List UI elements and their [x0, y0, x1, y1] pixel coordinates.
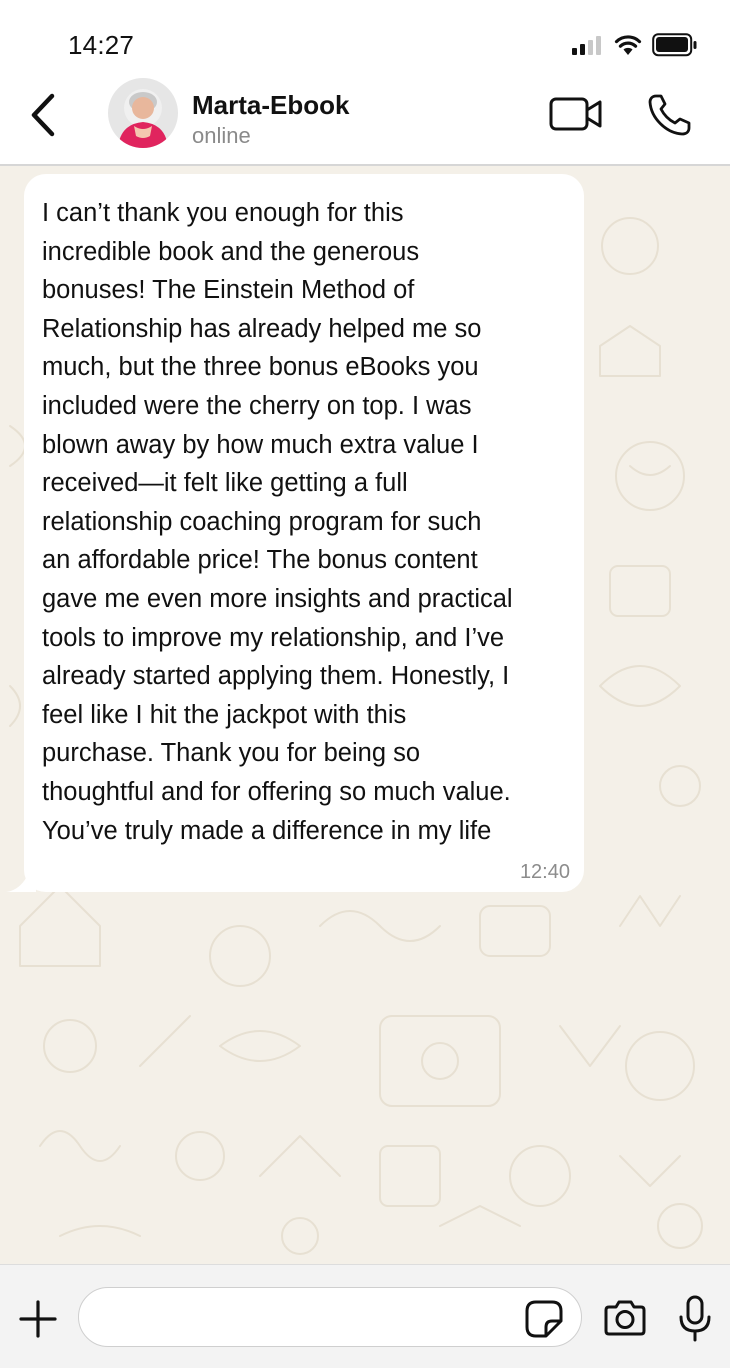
plus-icon [19, 1300, 57, 1338]
sticker-button[interactable] [524, 1299, 564, 1339]
signal-icon [572, 36, 601, 55]
battery-icon [652, 33, 697, 57]
message-text: I can’t thank you enough for this incred… [42, 199, 513, 845]
status-time: 14:27 [68, 30, 135, 60]
back-button[interactable] [22, 90, 66, 140]
wifi-icon [614, 35, 642, 55]
sticker-icon [525, 1300, 563, 1338]
chevron-left-icon [31, 93, 55, 137]
status-icons [572, 30, 698, 60]
camera-icon [604, 1300, 646, 1336]
contact-name[interactable]: Marta-Ebook [192, 90, 349, 121]
chat-area[interactable]: I can’t thank you enough for this incred… [0, 166, 730, 1264]
chat-header: Marta-Ebook online [0, 76, 730, 166]
contact-photo [108, 78, 178, 148]
message-input[interactable] [78, 1287, 582, 1347]
microphone-icon [679, 1295, 711, 1342]
bubble-tail [6, 866, 36, 892]
contact-status: online [192, 123, 251, 148]
input-bar [0, 1264, 730, 1368]
status-bar: 14:27 [0, 0, 730, 76]
voice-call-button[interactable] [646, 92, 694, 138]
video-camera-icon [549, 97, 602, 131]
phone-icon [648, 94, 691, 136]
attach-button[interactable] [18, 1299, 58, 1339]
video-call-button[interactable] [548, 94, 606, 134]
message-time: 12:40 [519, 861, 570, 883]
avatar[interactable] [108, 78, 178, 148]
mic-button[interactable] [678, 1295, 712, 1343]
camera-button[interactable] [602, 1298, 648, 1338]
message-bubble[interactable]: I can’t thank you enough for this incred… [24, 174, 584, 892]
